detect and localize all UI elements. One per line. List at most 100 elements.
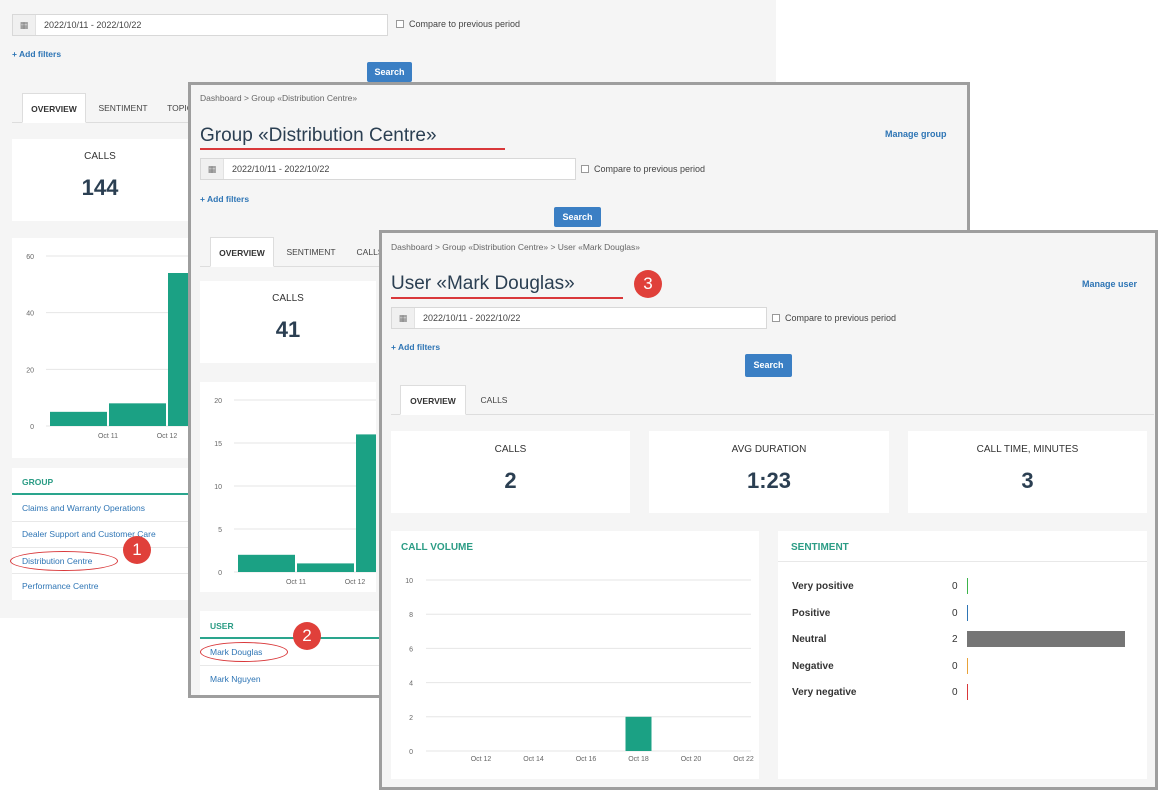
calls-label: CALLS [494, 444, 527, 455]
y-tick-label: 0 [409, 749, 413, 756]
tab-overview[interactable]: OVERVIEW [210, 237, 274, 267]
x-tick-label: Oct 14 [523, 756, 544, 763]
x-tick-label: Oct 22 [733, 756, 754, 763]
manage-user-link[interactable]: Manage user [1082, 279, 1137, 289]
group-list: GROUP Claims and Warranty Operations Dea… [12, 468, 188, 600]
sentiment-axis-tick [967, 578, 968, 594]
chart-bar [50, 411, 107, 426]
compare-checkbox[interactable]: Compare to previous period [581, 164, 705, 174]
tab-overview[interactable]: OVERVIEW [22, 93, 86, 123]
y-tick-label: 0 [218, 570, 222, 577]
chart-bar [297, 563, 354, 572]
tab-bar: OVERVIEW CALLS [391, 385, 1154, 415]
add-filters-link[interactable]: + Add filters [391, 342, 440, 352]
y-tick-label: 8 [409, 612, 413, 619]
sentiment-axis-tick [967, 604, 968, 621]
checkbox-icon[interactable] [772, 314, 780, 322]
calendar-icon[interactable]: ▦ [392, 308, 415, 328]
x-tick-label: Oct 11 [286, 579, 306, 586]
sentiment-label: Positive [792, 607, 831, 619]
y-tick-label: 6 [409, 646, 413, 653]
group-item-claims[interactable]: Claims and Warranty Operations [22, 503, 145, 513]
title-underline [200, 148, 505, 150]
date-range-text: 2022/10/11 - 2022/10/22 [423, 313, 521, 323]
calls-value: 41 [275, 317, 301, 342]
group-item-performance[interactable]: Performance Centre [22, 581, 99, 591]
calls-card: CALLS 144 [12, 139, 188, 221]
x-tick-label: Oct 12 [157, 433, 178, 440]
manage-group-link[interactable]: Manage group [885, 129, 947, 139]
call-volume-title: CALL VOLUME [401, 542, 474, 553]
tab-sentiment[interactable]: SENTIMENT [280, 237, 342, 267]
sentiment-axis-tick [967, 684, 968, 700]
x-tick-label: Oct 12 [345, 579, 366, 586]
breadcrumb[interactable]: Dashboard > Group «Distribution Centre» … [391, 242, 640, 252]
search-button[interactable]: Search [367, 62, 412, 82]
date-range-input[interactable]: ▦ 2022/10/11 - 2022/10/22 [391, 307, 767, 329]
highlight-oval [10, 551, 118, 571]
search-button[interactable]: Search [554, 207, 601, 227]
highlight-oval [200, 642, 288, 662]
calendar-icon[interactable]: ▦ [13, 15, 36, 35]
x-tick-label: Oct 18 [628, 756, 649, 763]
x-tick-label: Oct 12 [471, 756, 492, 763]
calendar-icon[interactable]: ▦ [201, 159, 224, 179]
y-tick-label: 20 [214, 398, 222, 405]
compare-label: Compare to previous period [594, 164, 706, 174]
compare-checkbox[interactable]: Compare to previous period [396, 19, 520, 29]
sentiment-axis-tick [967, 657, 968, 674]
divider [12, 493, 188, 495]
call-time-label: CALL TIME, MINUTES [976, 444, 1079, 455]
chart-bar [625, 716, 652, 751]
sentiment-label: Neutral [792, 634, 827, 645]
date-range-input[interactable]: ▦ 2022/10/11 - 2022/10/22 [200, 158, 576, 180]
page-title: Group «Distribution Centre» [200, 125, 437, 146]
tab-sentiment[interactable]: SENTIMENT [92, 93, 154, 123]
calls-label: CALLS [84, 151, 116, 162]
divider [778, 561, 1147, 562]
y-tick-label: 40 [26, 311, 34, 318]
chart-bar [238, 554, 295, 572]
avg-duration-value: 1:23 [746, 468, 792, 493]
sentiment-count: 0 [952, 581, 958, 592]
user-mark-douglas-panel: Dashboard > Group «Distribution Centre» … [379, 230, 1158, 790]
sentiment-count: 0 [952, 660, 958, 672]
tab-overview[interactable]: OVERVIEW [400, 385, 466, 415]
call-volume-chart: 60 40 20 0 Oct 11 Oct 12 [12, 238, 225, 458]
add-filters-link[interactable]: + Add filters [12, 49, 61, 59]
y-tick-label: 5 [218, 527, 222, 534]
x-tick-label: Oct 11 [98, 433, 118, 440]
title-underline [391, 297, 623, 299]
call-time-value: 3 [1021, 468, 1034, 493]
bar-chart: 60 40 20 0 Oct 11 Oct 12 [26, 254, 225, 440]
chart-bar [168, 273, 225, 426]
compare-label: Compare to previous period [409, 19, 521, 29]
call-volume-card: CALL VOLUME 10 8 6 4 2 0 Oct 12 Oct 14 Oct 16 Oct… [391, 531, 759, 779]
search-button[interactable]: Search [745, 354, 792, 377]
sentiment-label: Very negative [792, 687, 857, 698]
chart-bar [356, 434, 413, 572]
sentiment-card: SENTIMENT Very positive 0 Positive 0 Neutral… [778, 531, 1147, 779]
sentiment-count: 0 [952, 607, 958, 619]
step-badge-2: 2 [293, 622, 321, 650]
y-tick-label: 60 [26, 254, 34, 261]
sentiment-title: SENTIMENT [791, 542, 849, 553]
call-volume-chart: 20 15 10 5 0 Oct 11 Oct 12 [200, 382, 413, 592]
date-range-input[interactable]: ▦ 2022/10/11 - 2022/10/22 [12, 14, 388, 36]
call-volume-bar-chart: 10 8 6 4 2 0 Oct 12 Oct 14 Oct 16 Oct 18 Oct 20 Oct… [405, 578, 754, 763]
breadcrumb[interactable]: Dashboard > Group «Distribution Centre» [200, 93, 357, 103]
x-tick-label: Oct 16 [576, 756, 597, 763]
tab-calls[interactable]: CALLS [474, 385, 514, 415]
checkbox-icon[interactable] [581, 165, 589, 173]
sentiment-label: Negative [792, 660, 834, 672]
avg-duration-label: AVG DURATION [731, 444, 807, 455]
compare-checkbox[interactable]: Compare to previous period [772, 313, 896, 323]
checkbox-icon[interactable] [396, 20, 404, 28]
sentiment-bar [967, 631, 1125, 647]
calls-card: CALLS 41 [200, 281, 376, 363]
user-item-mark-nguyen[interactable]: Mark Nguyen [210, 674, 261, 684]
divider [12, 521, 188, 522]
add-filters-link[interactable]: + Add filters [200, 194, 249, 204]
calls-value: 144 [81, 175, 119, 200]
user-header: USER [210, 621, 234, 631]
